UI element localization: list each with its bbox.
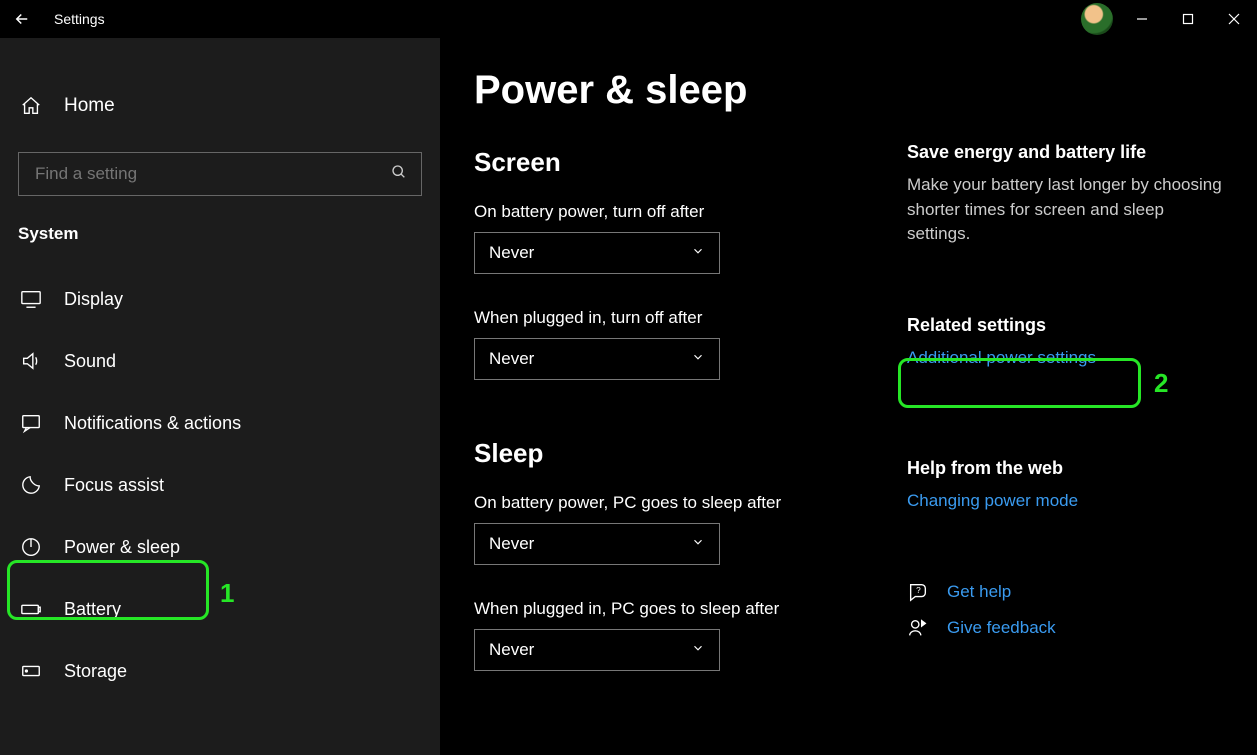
sound-icon bbox=[20, 350, 42, 372]
help-icon: ? bbox=[907, 581, 929, 603]
sidebar-item-focus-assist[interactable]: Focus assist bbox=[0, 454, 440, 516]
screen-plugged-value: Never bbox=[489, 349, 534, 369]
minimize-button[interactable] bbox=[1119, 4, 1165, 34]
notifications-icon bbox=[20, 412, 42, 434]
additional-power-settings-link[interactable]: Additional power settings bbox=[907, 348, 1096, 367]
sidebar: Home System Display Sound Notifications … bbox=[0, 38, 440, 755]
sidebar-item-notifications[interactable]: Notifications & actions bbox=[0, 392, 440, 454]
sleep-battery-label: On battery power, PC goes to sleep after bbox=[474, 493, 863, 513]
give-feedback-row[interactable]: Give feedback bbox=[907, 617, 1229, 639]
sidebar-item-sound[interactable]: Sound bbox=[0, 330, 440, 392]
maximize-button[interactable] bbox=[1165, 4, 1211, 34]
sidebar-item-battery[interactable]: Battery bbox=[0, 578, 440, 640]
chevron-down-icon bbox=[691, 640, 705, 660]
sidebar-item-label: Power & sleep bbox=[64, 537, 180, 558]
power-icon bbox=[20, 536, 42, 558]
main-content: Power & sleep Screen On battery power, t… bbox=[440, 38, 897, 755]
chevron-down-icon bbox=[691, 534, 705, 554]
storage-icon bbox=[20, 660, 42, 682]
webhelp-heading: Help from the web bbox=[907, 458, 1229, 479]
related-heading: Related settings bbox=[907, 315, 1229, 336]
search-input[interactable] bbox=[33, 163, 391, 185]
chevron-down-icon bbox=[691, 349, 705, 369]
screen-battery-dropdown[interactable]: Never bbox=[474, 232, 720, 274]
titlebar: Settings bbox=[0, 0, 1257, 38]
screen-battery-label: On battery power, turn off after bbox=[474, 202, 863, 222]
sleep-battery-dropdown[interactable]: Never bbox=[474, 523, 720, 565]
sidebar-item-label: Notifications & actions bbox=[64, 413, 241, 434]
nav-list: Display Sound Notifications & actions Fo… bbox=[0, 250, 440, 702]
search-box[interactable] bbox=[18, 152, 422, 196]
sidebar-item-storage[interactable]: Storage bbox=[0, 640, 440, 702]
home-icon bbox=[20, 95, 42, 117]
sidebar-item-label: Focus assist bbox=[64, 475, 164, 496]
get-help-label: Get help bbox=[947, 582, 1011, 602]
home-button[interactable]: Home bbox=[0, 78, 440, 134]
display-icon bbox=[20, 288, 42, 310]
sidebar-item-label: Storage bbox=[64, 661, 127, 682]
sidebar-item-power-sleep[interactable]: Power & sleep bbox=[0, 516, 440, 578]
sleep-plugged-value: Never bbox=[489, 640, 534, 660]
close-button[interactable] bbox=[1211, 4, 1257, 34]
sidebar-item-label: Battery bbox=[64, 599, 121, 620]
right-column: Save energy and battery life Make your b… bbox=[897, 38, 1257, 755]
window-title: Settings bbox=[44, 11, 105, 27]
changing-power-mode-link[interactable]: Changing power mode bbox=[907, 491, 1078, 510]
search-icon bbox=[391, 164, 407, 185]
get-help-row[interactable]: ? Get help bbox=[907, 581, 1229, 603]
screen-battery-value: Never bbox=[489, 243, 534, 263]
sleep-battery-value: Never bbox=[489, 534, 534, 554]
home-label: Home bbox=[64, 95, 115, 117]
feedback-icon bbox=[907, 617, 929, 639]
sidebar-item-label: Sound bbox=[64, 351, 116, 372]
screen-heading: Screen bbox=[474, 147, 863, 178]
chevron-down-icon bbox=[691, 243, 705, 263]
energy-text: Make your battery last longer by choosin… bbox=[907, 173, 1229, 247]
screen-plugged-dropdown[interactable]: Never bbox=[474, 338, 720, 380]
sleep-plugged-label: When plugged in, PC goes to sleep after bbox=[474, 599, 863, 619]
sidebar-item-label: Display bbox=[64, 289, 123, 310]
svg-text:?: ? bbox=[916, 586, 921, 595]
page-title: Power & sleep bbox=[474, 68, 863, 113]
user-avatar[interactable] bbox=[1081, 3, 1113, 35]
sleep-plugged-dropdown[interactable]: Never bbox=[474, 629, 720, 671]
sleep-heading: Sleep bbox=[474, 438, 863, 469]
feedback-label: Give feedback bbox=[947, 618, 1056, 638]
sidebar-item-display[interactable]: Display bbox=[0, 268, 440, 330]
back-button[interactable] bbox=[0, 0, 44, 38]
category-heading: System bbox=[0, 196, 440, 250]
screen-plugged-label: When plugged in, turn off after bbox=[474, 308, 863, 328]
battery-icon bbox=[20, 598, 42, 620]
energy-heading: Save energy and battery life bbox=[907, 142, 1229, 163]
focus-assist-icon bbox=[20, 474, 42, 496]
